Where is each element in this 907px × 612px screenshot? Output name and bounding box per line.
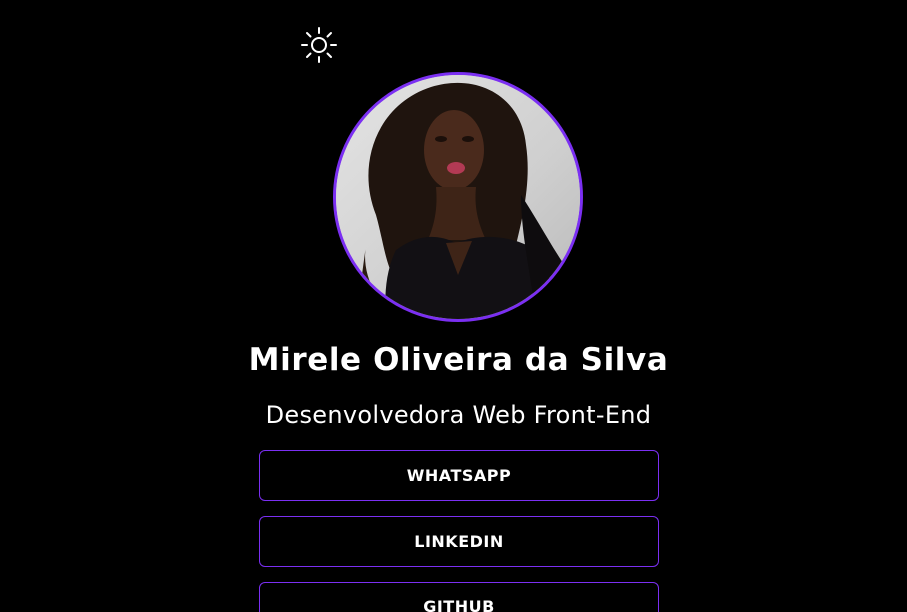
profile-name: Mirele Oliveira da Silva xyxy=(248,342,669,378)
profile-avatar xyxy=(333,72,583,322)
profile-title: Desenvolvedora Web Front-End xyxy=(265,401,652,429)
sun-icon xyxy=(300,26,338,64)
github-button[interactable]: GITHUB xyxy=(259,582,659,612)
theme-toggle-button[interactable] xyxy=(300,26,338,64)
link-tree-page: Mirele Oliveira da Silva Desenvolvedora … xyxy=(0,0,907,612)
linkedin-button[interactable]: LINKEDIN xyxy=(259,516,659,567)
whatsapp-button[interactable]: WHATSAPP xyxy=(259,450,659,501)
